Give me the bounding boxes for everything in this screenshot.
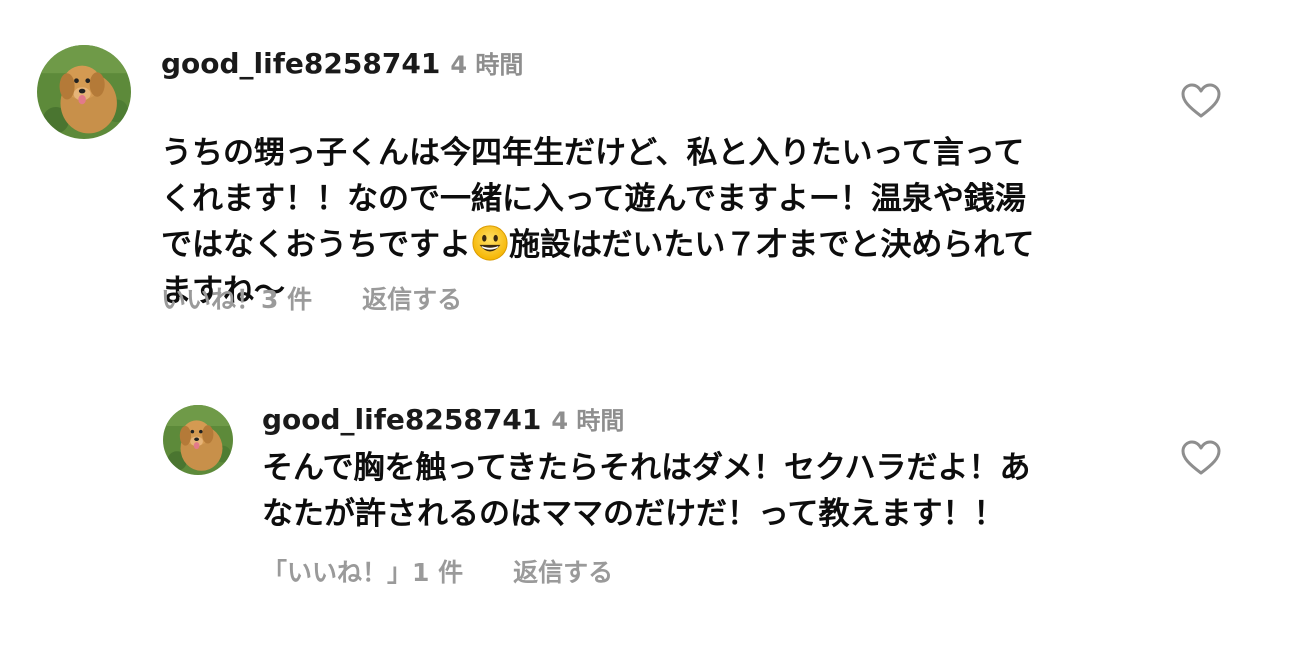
comment-actions: いいね！3 件 返信する	[161, 284, 462, 316]
comment-header: good_life8258741 4 時間	[161, 48, 523, 84]
comment-1: good_life8258741 4 時間 うちの甥っ子くんは今四年生だけど、私と…	[0, 0, 1290, 340]
like-button[interactable]	[1181, 440, 1221, 476]
smiling-face-emoji-icon	[471, 224, 509, 262]
likes-count[interactable]: 「いいね！」1 件	[262, 558, 463, 587]
comment-text: そんで胸を触ってきたらそれはダメ！セクハラだよ！あ なたが許されるのはママのだけ…	[262, 450, 1031, 532]
comment-actions: 「いいね！」1 件 返信する	[262, 557, 613, 589]
likes-count[interactable]: いいね！3 件	[161, 285, 312, 314]
like-button[interactable]	[1181, 83, 1221, 119]
heart-outline-icon	[1181, 83, 1221, 118]
dog-avatar-image	[37, 45, 131, 139]
avatar[interactable]	[163, 405, 233, 475]
username[interactable]: good_life8258741	[161, 47, 440, 80]
avatar[interactable]	[37, 45, 131, 139]
username[interactable]: good_life8258741	[262, 403, 541, 436]
timestamp: 4 時間	[450, 51, 524, 79]
heart-outline-icon	[1181, 440, 1221, 475]
reply-button[interactable]: 返信する	[362, 285, 462, 314]
reply-button[interactable]: 返信する	[513, 558, 613, 587]
comment-header: good_life8258741 4 時間	[262, 404, 624, 440]
timestamp: 4 時間	[551, 407, 625, 435]
comment-text: うちの甥っ子くんは今四年生だけど、私と入りたいって言って くれます！！なので一緒…	[161, 84, 1151, 314]
dog-avatar-image	[163, 405, 233, 475]
comment-2-reply: good_life8258741 4 時間 そんで胸を触ってきたらそれはダメ！セク…	[0, 340, 1290, 664]
